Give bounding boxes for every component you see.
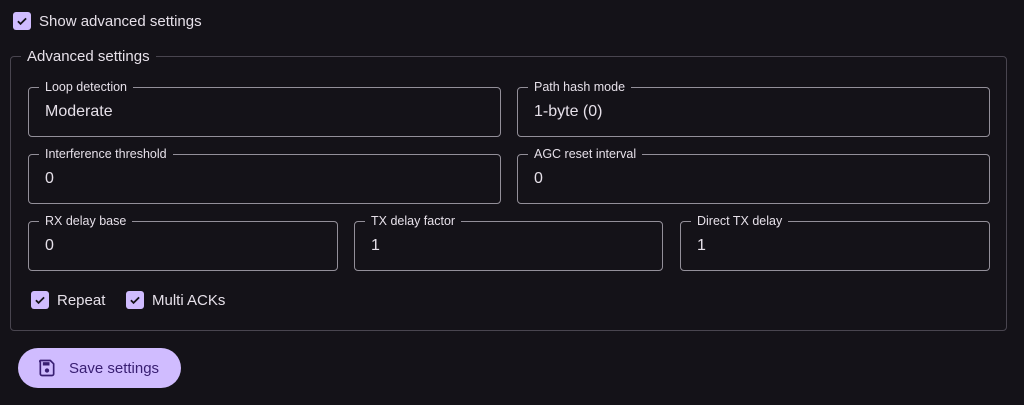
loop-detection-value: Moderate <box>45 103 113 120</box>
repeat-checkbox[interactable] <box>31 291 49 309</box>
multi-acks-checkbox-row[interactable]: Multi ACKs <box>126 291 225 309</box>
loop-detection-label: Loop detection <box>39 79 134 95</box>
rx-delay-base-value: 0 <box>45 237 54 254</box>
loop-detection-select[interactable]: Loop detection Moderate <box>28 79 501 137</box>
path-hash-mode-value: 1-byte (0) <box>534 103 603 120</box>
multi-acks-checkbox[interactable] <box>126 291 144 309</box>
checkmark-icon <box>35 296 45 305</box>
repeat-checkbox-row[interactable]: Repeat <box>31 291 105 309</box>
interference-threshold-input[interactable]: Interference threshold 0 <box>28 146 501 204</box>
tx-delay-factor-value: 1 <box>371 237 380 254</box>
path-hash-mode-label: Path hash mode <box>528 79 632 95</box>
interference-threshold-label: Interference threshold <box>39 146 173 162</box>
path-hash-mode-select[interactable]: Path hash mode 1-byte (0) <box>517 79 990 137</box>
agc-reset-interval-input[interactable]: AGC reset interval 0 <box>517 146 990 204</box>
advanced-settings-legend: Advanced settings <box>27 48 150 65</box>
save-settings-label: Save settings <box>69 359 160 377</box>
repeat-label: Repeat <box>57 291 106 309</box>
direct-tx-delay-value: 1 <box>697 237 706 254</box>
show-advanced-checkbox[interactable] <box>13 12 31 30</box>
checkmark-icon <box>130 296 140 305</box>
agc-reset-interval-label: AGC reset interval <box>528 146 643 162</box>
save-settings-button[interactable]: Save settings <box>18 348 181 388</box>
rx-delay-base-input[interactable]: RX delay base 0 <box>28 213 338 271</box>
direct-tx-delay-label: Direct TX delay <box>691 213 789 229</box>
agc-reset-interval-value: 0 <box>534 170 543 187</box>
show-advanced-checkbox-row[interactable]: Show advanced settings <box>13 12 202 30</box>
interference-threshold-value: 0 <box>45 170 54 187</box>
rx-delay-base-label: RX delay base <box>39 213 133 229</box>
tx-delay-factor-input[interactable]: TX delay factor 1 <box>354 213 663 271</box>
tx-delay-factor-label: TX delay factor <box>365 213 462 229</box>
save-icon <box>39 359 55 377</box>
direct-tx-delay-input[interactable]: Direct TX delay 1 <box>680 213 990 271</box>
settings-panel: Show advanced settings Advanced settings… <box>0 0 1024 405</box>
checkmark-icon <box>17 17 27 26</box>
show-advanced-label: Show advanced settings <box>39 12 202 30</box>
multi-acks-label: Multi ACKs <box>152 291 226 309</box>
